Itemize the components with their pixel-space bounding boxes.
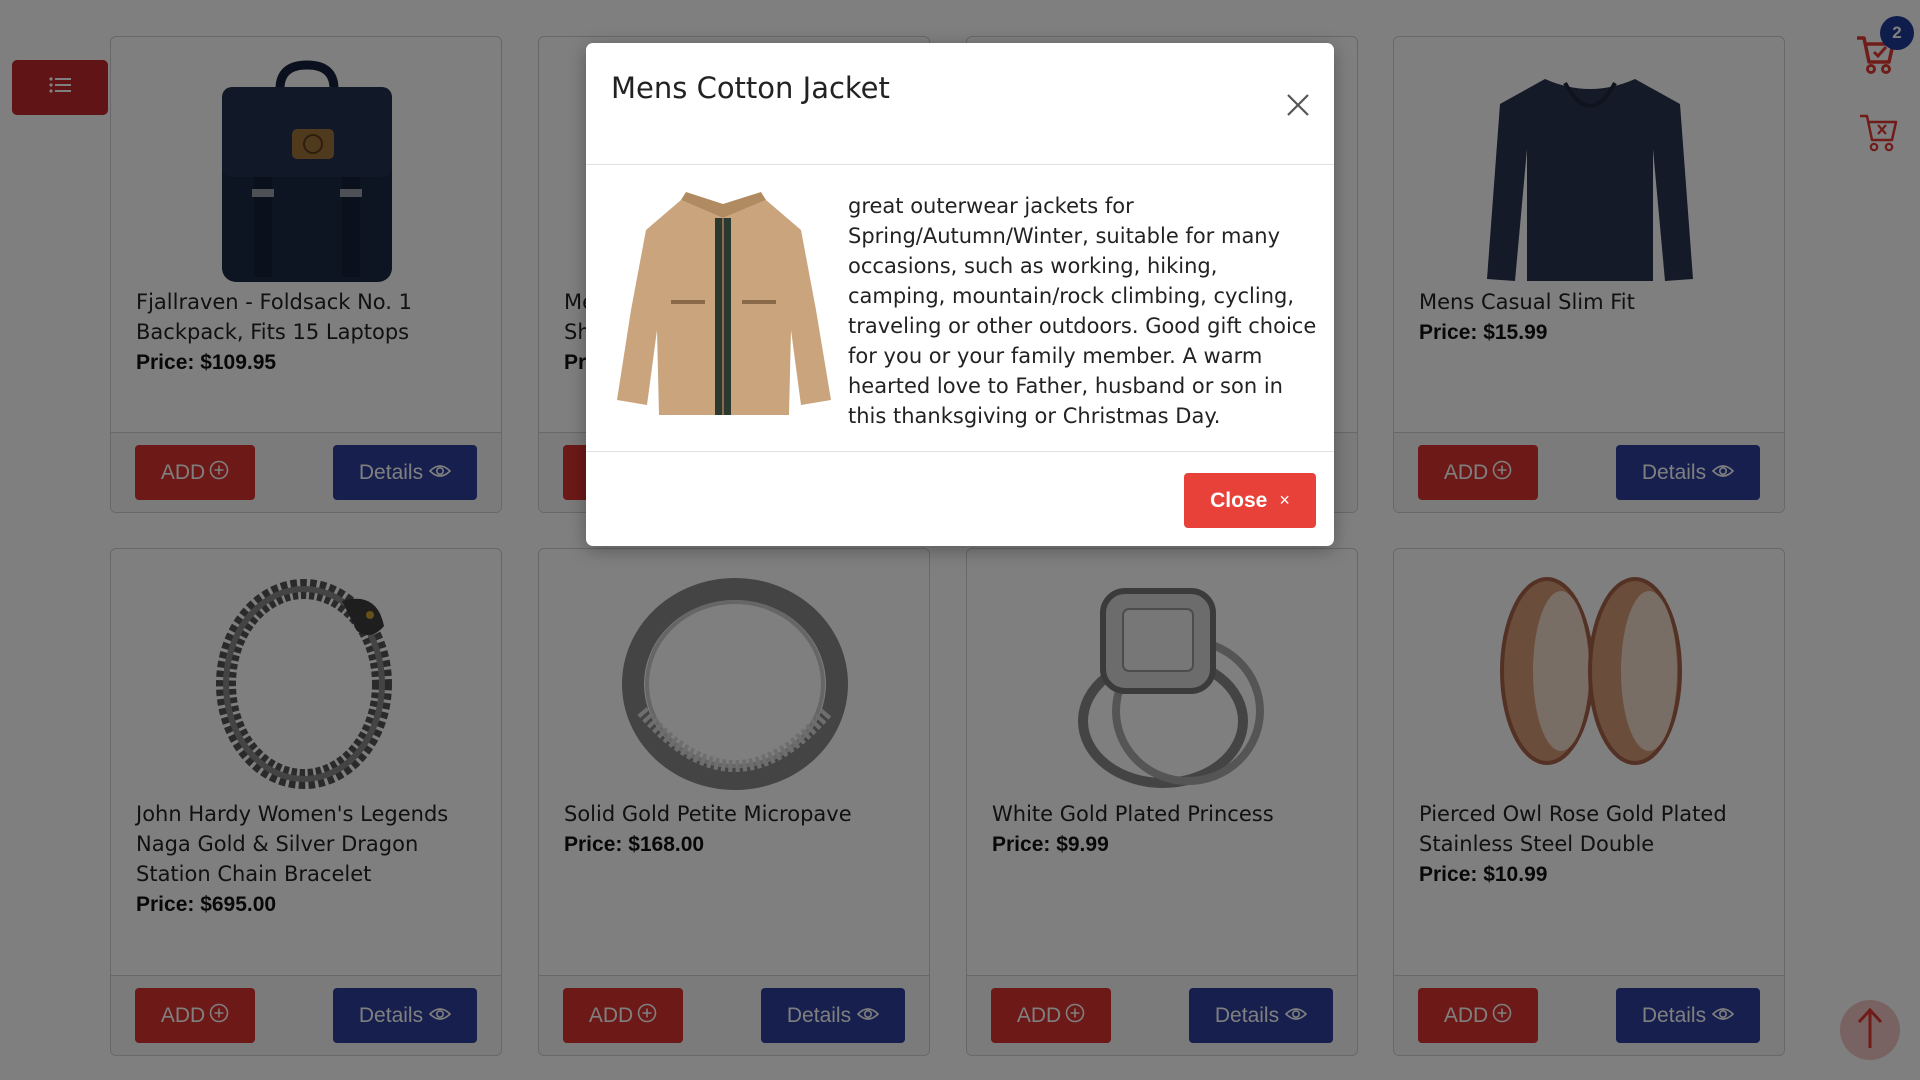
modal-close-x-button[interactable] — [1282, 91, 1314, 123]
close-x-icon: × — [1279, 490, 1290, 510]
close-icon — [1286, 93, 1310, 122]
product-details-modal: Mens Cotton Jacket great outerwear jacke… — [586, 43, 1334, 546]
modal-header: Mens Cotton Jacket — [586, 43, 1334, 165]
modal-body: great outerwear jackets for Spring/Autum… — [586, 165, 1334, 452]
modal-description: great outerwear jackets for Spring/Autum… — [848, 194, 1317, 428]
modal-title: Mens Cotton Jacket — [611, 71, 890, 105]
close-button-label: Close — [1210, 488, 1268, 512]
jacket-image — [611, 190, 836, 418]
modal-close-button[interactable]: Close × — [1184, 473, 1316, 528]
